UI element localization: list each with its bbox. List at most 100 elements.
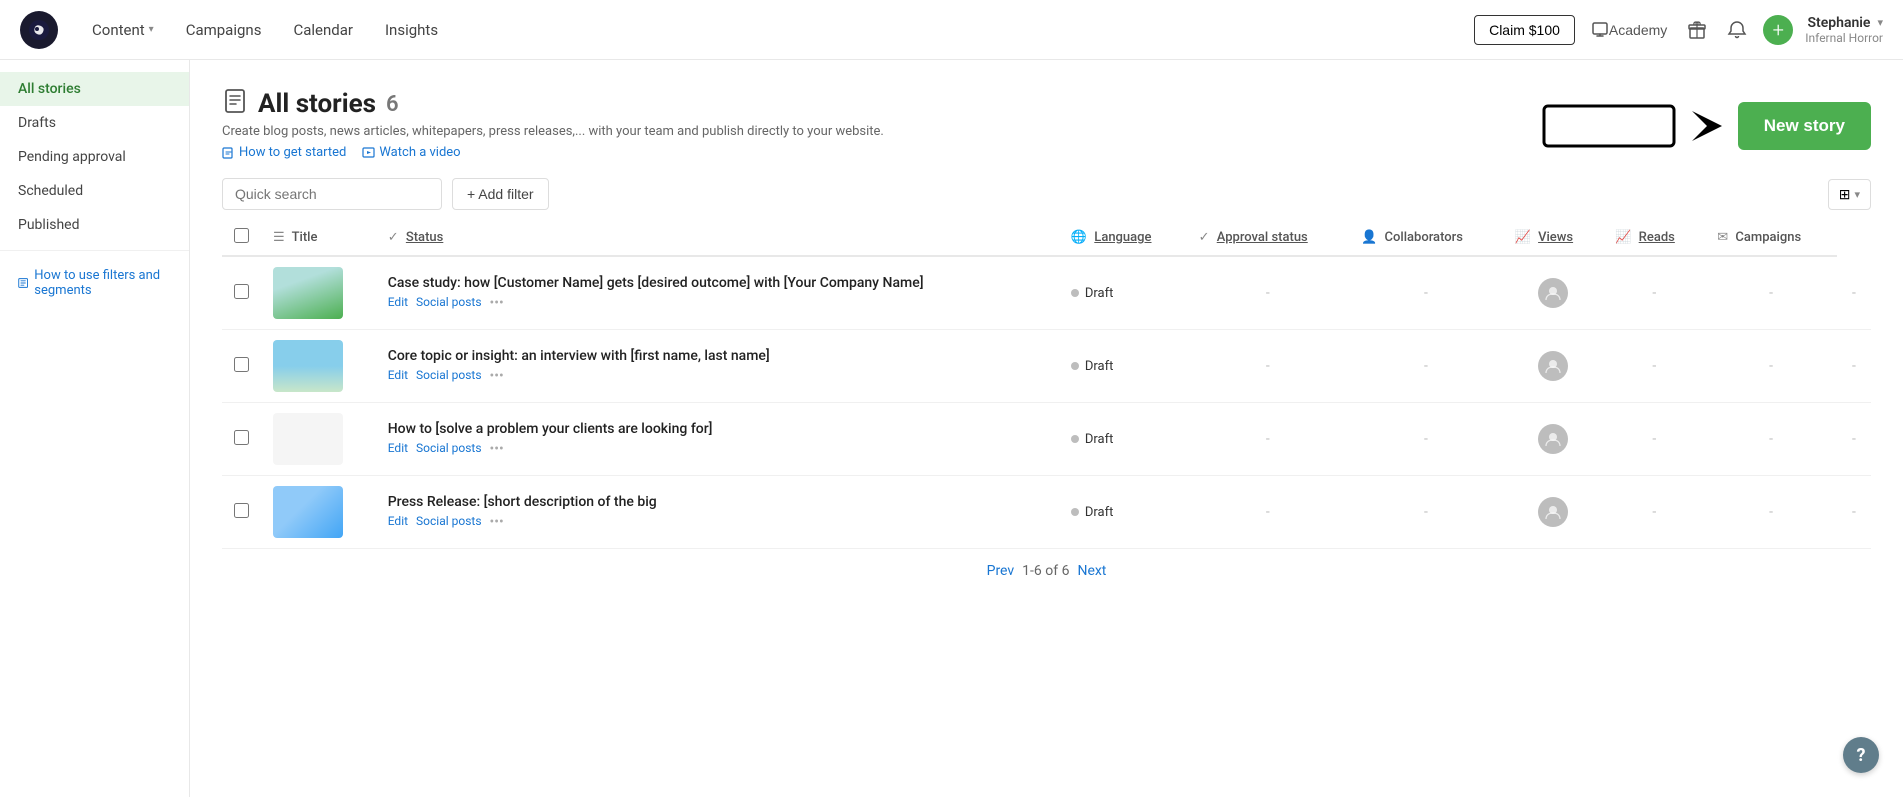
row-checkbox-2[interactable] xyxy=(234,357,249,372)
sidebar-item-pending[interactable]: Pending approval xyxy=(0,140,189,174)
th-reads[interactable]: 📈 Reads xyxy=(1603,220,1705,256)
sidebar: All stories Drafts Pending approval Sche… xyxy=(0,60,190,797)
page-header: All stories 6 Create blog posts, news ar… xyxy=(222,88,1871,160)
row-approval-cell: - xyxy=(1349,403,1503,476)
grid-icon: ⊞ xyxy=(1839,186,1851,203)
row-status-cell: Draft xyxy=(1059,403,1187,476)
row-language-cell: - xyxy=(1187,330,1350,403)
select-all-checkbox[interactable] xyxy=(234,228,249,243)
table-row: How to [solve a problem your clients are… xyxy=(222,403,1871,476)
status-label: Draft xyxy=(1085,505,1114,520)
academy-button[interactable]: Academy xyxy=(1587,17,1671,43)
story-more-button[interactable]: ••• xyxy=(490,514,504,530)
row-reads-cell: - xyxy=(1705,403,1837,476)
logo[interactable] xyxy=(20,11,58,49)
status-indicator: Draft xyxy=(1071,286,1175,301)
page-range: 1-6 of 6 xyxy=(1022,563,1069,579)
story-actions: Edit Social posts ••• xyxy=(388,441,1047,457)
story-edit-link[interactable]: Edit xyxy=(388,295,408,311)
story-edit-link[interactable]: Edit xyxy=(388,514,408,530)
story-actions: Edit Social posts ••• xyxy=(388,368,1047,384)
content-chevron-icon: ▾ xyxy=(149,24,154,35)
search-input[interactable] xyxy=(222,178,442,210)
story-more-button[interactable]: ••• xyxy=(490,441,504,457)
get-started-link[interactable]: How to get started xyxy=(222,145,346,160)
th-status[interactable]: ✓ Status xyxy=(376,220,1059,256)
row-reads-cell: - xyxy=(1705,256,1837,330)
page-title-icon xyxy=(222,88,248,120)
sidebar-item-all-stories[interactable]: All stories xyxy=(0,72,189,106)
add-button[interactable]: + xyxy=(1763,15,1793,45)
story-edit-link[interactable]: Edit xyxy=(388,441,408,457)
row-campaigns-cell: - xyxy=(1837,330,1871,403)
th-approval[interactable]: ✓ Approval status xyxy=(1187,220,1350,256)
next-page[interactable]: Next xyxy=(1077,563,1106,579)
add-filter-button[interactable]: + Add filter xyxy=(452,178,549,210)
collaborator-avatar xyxy=(1538,351,1568,381)
bell-icon xyxy=(1727,20,1747,40)
story-actions: Edit Social posts ••• xyxy=(388,514,1047,530)
row-campaigns-cell: - xyxy=(1837,403,1871,476)
watch-video-link[interactable]: Watch a video xyxy=(362,145,460,160)
gift-button[interactable] xyxy=(1683,16,1711,44)
th-campaigns-icon: ✉ xyxy=(1717,230,1728,245)
story-title: Press Release: [short description of the… xyxy=(388,494,1047,510)
header-right: New story xyxy=(1542,96,1871,156)
row-approval-cell: - xyxy=(1349,476,1503,549)
th-approval-icon: ✓ xyxy=(1199,230,1210,245)
sidebar-item-published[interactable]: Published xyxy=(0,208,189,242)
story-more-button[interactable]: ••• xyxy=(490,368,504,384)
row-status-cell: Draft xyxy=(1059,330,1187,403)
user-menu[interactable]: Stephanie ▾ Infernal Horror xyxy=(1805,15,1883,45)
row-checkbox-4[interactable] xyxy=(234,503,249,518)
story-actions: Edit Social posts ••• xyxy=(388,295,1047,311)
row-checkbox-3[interactable] xyxy=(234,430,249,445)
toolbar: + Add filter ⊞ ▾ xyxy=(222,178,1871,210)
main-content: All stories 6 Create blog posts, news ar… xyxy=(190,60,1903,797)
pagination: Prev 1-6 of 6 Next xyxy=(222,549,1871,585)
page-description: Create blog posts, news articles, whitep… xyxy=(222,124,884,139)
story-edit-link[interactable]: Edit xyxy=(388,368,408,384)
story-more-button[interactable]: ••• xyxy=(490,295,504,311)
story-thumbnail[interactable] xyxy=(273,486,343,538)
nav-insights[interactable]: Insights xyxy=(371,13,452,47)
row-checkbox-1[interactable] xyxy=(234,284,249,299)
sidebar-filters-link[interactable]: How to use filters and segments xyxy=(0,259,189,307)
collaborator-avatar xyxy=(1538,278,1568,308)
row-thumb-cell xyxy=(261,476,376,549)
story-thumbnail[interactable] xyxy=(273,413,343,465)
sidebar-item-scheduled[interactable]: Scheduled xyxy=(0,174,189,208)
story-thumbnail[interactable] xyxy=(273,340,343,392)
row-approval-cell: - xyxy=(1349,330,1503,403)
row-views-cell: - xyxy=(1603,330,1705,403)
new-story-button[interactable]: New story xyxy=(1738,102,1871,150)
story-social-link[interactable]: Social posts xyxy=(416,295,481,311)
story-social-link[interactable]: Social posts xyxy=(416,441,481,457)
notifications-button[interactable] xyxy=(1723,16,1751,44)
grid-chevron-icon: ▾ xyxy=(1854,188,1860,201)
th-views-icon: 📈 xyxy=(1515,230,1531,245)
grid-view-button[interactable]: ⊞ ▾ xyxy=(1828,179,1871,210)
nav-content[interactable]: Content ▾ xyxy=(78,13,168,47)
row-title-cell: Core topic or insight: an interview with… xyxy=(376,330,1059,403)
table-row: Press Release: [short description of the… xyxy=(222,476,1871,549)
nav-campaigns[interactable]: Campaigns xyxy=(172,13,276,47)
th-views[interactable]: 📈 Views xyxy=(1503,220,1604,256)
status-indicator: Draft xyxy=(1071,359,1175,374)
row-views-cell: - xyxy=(1603,403,1705,476)
story-thumbnail[interactable] xyxy=(273,267,343,319)
th-campaigns: ✉ Campaigns xyxy=(1705,220,1837,256)
nav-calendar[interactable]: Calendar xyxy=(279,13,367,47)
book-icon xyxy=(18,276,28,290)
claim-button[interactable]: Claim $100 xyxy=(1474,15,1575,45)
sidebar-item-drafts[interactable]: Drafts xyxy=(0,106,189,140)
row-collaborators-cell xyxy=(1503,476,1604,549)
row-collaborators-cell xyxy=(1503,256,1604,330)
page-title-row: All stories 6 xyxy=(222,88,884,120)
row-status-cell: Draft xyxy=(1059,256,1187,330)
th-language[interactable]: 🌐 Language xyxy=(1059,220,1187,256)
story-social-link[interactable]: Social posts xyxy=(416,368,481,384)
story-social-link[interactable]: Social posts xyxy=(416,514,481,530)
help-button[interactable]: ? xyxy=(1843,737,1879,773)
prev-page[interactable]: Prev xyxy=(987,563,1015,579)
